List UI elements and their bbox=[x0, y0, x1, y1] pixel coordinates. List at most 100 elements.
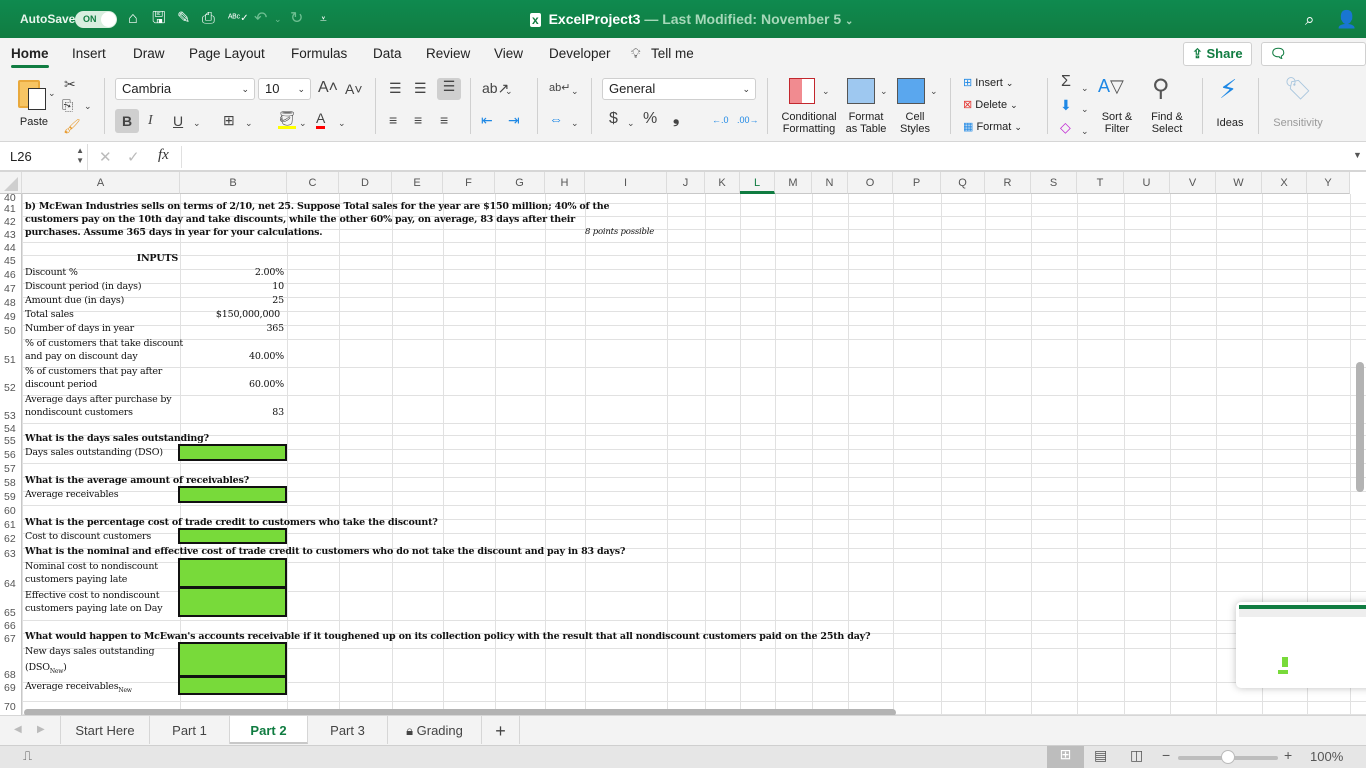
effective-label-l1[interactable]: Effective cost to nondiscount bbox=[25, 589, 160, 602]
font-size-select[interactable]: 10 ⌄ bbox=[258, 78, 311, 100]
undo-dropdown-icon[interactable]: ⌄ bbox=[274, 10, 282, 28]
fill-color-icon[interactable]: 🪣︎ bbox=[278, 110, 296, 129]
row-header-63[interactable]: 63 bbox=[0, 548, 22, 562]
row-header-47[interactable]: 47 bbox=[0, 283, 22, 297]
decrease-indent-icon[interactable]: ⇤ bbox=[481, 112, 493, 128]
merge-center-icon[interactable]: ⇔ bbox=[549, 111, 563, 127]
cf-dropdown-icon[interactable]: ⌄ bbox=[822, 83, 830, 99]
nominal-label-l1[interactable]: Nominal cost to nondiscount bbox=[25, 560, 158, 573]
column-header-d[interactable]: D bbox=[339, 172, 392, 194]
row-header-65[interactable]: 65 bbox=[0, 591, 22, 620]
underline-button[interactable]: U bbox=[173, 113, 183, 129]
prev-sheet-icon[interactable]: ◀ bbox=[14, 724, 22, 735]
name-box-stepper-icon[interactable]: ▲ ▼ bbox=[76, 146, 84, 166]
sort-filter-button[interactable]: A▽ Sort & Filter bbox=[1094, 76, 1140, 138]
column-header-p[interactable]: P bbox=[893, 172, 941, 194]
column-header-a[interactable]: A bbox=[22, 172, 180, 194]
cut-icon[interactable]: ✂ bbox=[64, 76, 76, 92]
clear-dropdown-icon[interactable]: ⌄ bbox=[1081, 123, 1089, 139]
row-header-51[interactable]: 51 bbox=[0, 339, 22, 367]
problem-text-line-2[interactable]: customers pay on the 10th day and take d… bbox=[25, 213, 575, 226]
column-header-m[interactable]: M bbox=[775, 172, 812, 194]
column-header-k[interactable]: K bbox=[705, 172, 740, 194]
align-middle-icon[interactable]: ☰ bbox=[414, 80, 427, 96]
font-name-select[interactable]: Cambria ⌄ bbox=[115, 78, 255, 100]
copy-dropdown-icon[interactable]: ⌄ bbox=[84, 98, 92, 114]
new-dso-label-l2[interactable]: (DSONew) bbox=[25, 661, 67, 678]
font-color-icon[interactable]: A bbox=[316, 110, 326, 129]
input-value-pct-late[interactable]: 60.00% bbox=[180, 378, 284, 391]
input-label-pct-late-l1[interactable]: % of customers that pay after bbox=[25, 365, 162, 378]
input-value-pct-discount[interactable]: 40.00% bbox=[180, 350, 284, 363]
page-break-view-button[interactable]: ◫ bbox=[1130, 747, 1143, 764]
fill-icon[interactable]: ⬇ bbox=[1060, 97, 1072, 113]
merge-dropdown-icon[interactable]: ⌄ bbox=[571, 115, 579, 131]
edit-icon[interactable]: ✎ bbox=[177, 10, 190, 28]
column-header-s[interactable]: S bbox=[1031, 172, 1077, 194]
answer-cell-new-avg-receivables[interactable] bbox=[178, 676, 287, 695]
column-header-l[interactable]: L bbox=[740, 172, 775, 194]
zoom-out-button[interactable]: − bbox=[1162, 747, 1170, 763]
font-color-dropdown-icon[interactable]: ⌄ bbox=[338, 115, 346, 131]
row-header-53[interactable]: 53 bbox=[0, 395, 22, 423]
sheet-tab-grading[interactable]: 🔒︎ Grading bbox=[388, 716, 482, 744]
row-header-56[interactable]: 56 bbox=[0, 449, 22, 463]
borders-icon[interactable]: ⊞ bbox=[223, 112, 235, 128]
tab-data[interactable]: Data bbox=[373, 46, 402, 61]
tab-tell-me[interactable]: Tell me bbox=[651, 46, 694, 61]
column-header-e[interactable]: E bbox=[392, 172, 443, 194]
comments-button[interactable]: 🗨︎ Comments bbox=[1261, 42, 1366, 83]
row-header-62[interactable]: 62 bbox=[0, 533, 22, 548]
answer-cell-cost-discount[interactable] bbox=[178, 528, 287, 544]
row-header-55[interactable]: 55 bbox=[0, 435, 22, 449]
next-sheet-icon[interactable]: ▶ bbox=[37, 724, 45, 735]
problem-text-line-3[interactable]: purchases. Assume 365 days in year for y… bbox=[25, 226, 323, 239]
currency-button[interactable]: $ bbox=[609, 111, 618, 127]
autosave-toggle[interactable]: ON bbox=[75, 11, 117, 28]
row-header-59[interactable]: 59 bbox=[0, 491, 22, 505]
row-header-64[interactable]: 64 bbox=[0, 562, 22, 591]
tab-view[interactable]: View bbox=[494, 46, 523, 61]
undo-icon[interactable]: ↶ bbox=[254, 10, 267, 28]
zoom-slider[interactable] bbox=[1178, 750, 1278, 764]
cs-dropdown-icon[interactable]: ⌄ bbox=[930, 83, 938, 99]
answer-cell-avg-receivables[interactable] bbox=[178, 486, 287, 503]
align-bottom-icon[interactable]: ☰ bbox=[437, 78, 461, 100]
increase-decimal-icon[interactable]: ←.0 bbox=[712, 112, 729, 128]
row-header-41[interactable]: 41 bbox=[0, 203, 22, 216]
zoom-level[interactable]: 100% bbox=[1310, 749, 1343, 764]
question-nominal-effective[interactable]: What is the nominal and effective cost o… bbox=[25, 545, 625, 558]
answer-cell-new-dso[interactable] bbox=[178, 642, 287, 677]
fat-dropdown-icon[interactable]: ⌄ bbox=[880, 83, 888, 99]
account-icon[interactable]: 👤 bbox=[1336, 10, 1357, 30]
input-label-discount-period[interactable]: Discount period (in days) bbox=[25, 280, 142, 293]
autosum-dropdown-icon[interactable]: ⌄ bbox=[1081, 80, 1089, 96]
row-header-46[interactable]: 46 bbox=[0, 269, 22, 283]
input-label-pct-discount-l2[interactable]: and pay on discount day bbox=[25, 350, 138, 363]
question-collection-policy[interactable]: What would happen to McEwan's accounts r… bbox=[25, 630, 871, 643]
problem-text-line-1[interactable]: b) McEwan Industries sells on terms of 2… bbox=[25, 200, 609, 213]
input-value-discount[interactable]: 2.00% bbox=[180, 266, 284, 279]
column-header-h[interactable]: H bbox=[545, 172, 585, 194]
input-value-avg-days[interactable]: 83 bbox=[180, 406, 284, 419]
document-name[interactable]: ExcelProject3 bbox=[549, 11, 641, 27]
share-button[interactable]: ⇪ Share bbox=[1183, 42, 1252, 66]
input-label-pct-late-l2[interactable]: discount period bbox=[25, 378, 97, 391]
zoom-slider-thumb[interactable] bbox=[1221, 750, 1235, 764]
column-header-q[interactable]: Q bbox=[941, 172, 985, 194]
save-icon[interactable]: 🖫 bbox=[152, 10, 166, 28]
input-label-total-sales[interactable]: Total sales bbox=[25, 308, 74, 321]
input-label-amount-due[interactable]: Amount due (in days) bbox=[25, 294, 124, 307]
align-center-icon[interactable]: ≡ bbox=[414, 112, 422, 128]
copy-icon[interactable]: ⎘ bbox=[62, 97, 73, 113]
row-header-60[interactable]: 60 bbox=[0, 505, 22, 519]
tab-home[interactable]: Home bbox=[11, 46, 49, 68]
input-value-amount-due[interactable]: 25 bbox=[180, 294, 284, 307]
tab-draw[interactable]: Draw bbox=[133, 46, 165, 61]
input-value-total-sales[interactable]: $150,000,000 bbox=[180, 308, 280, 321]
avg-receivables-label[interactable]: Average receivables bbox=[25, 488, 119, 501]
delete-cells-button[interactable]: ⊠ Delete ⌄ bbox=[963, 98, 1018, 114]
increase-indent-icon[interactable]: ⇥ bbox=[508, 112, 520, 128]
conditional-formatting-button[interactable]: Conditional Formatting bbox=[778, 76, 840, 138]
row-header-66[interactable]: 66 bbox=[0, 620, 22, 633]
